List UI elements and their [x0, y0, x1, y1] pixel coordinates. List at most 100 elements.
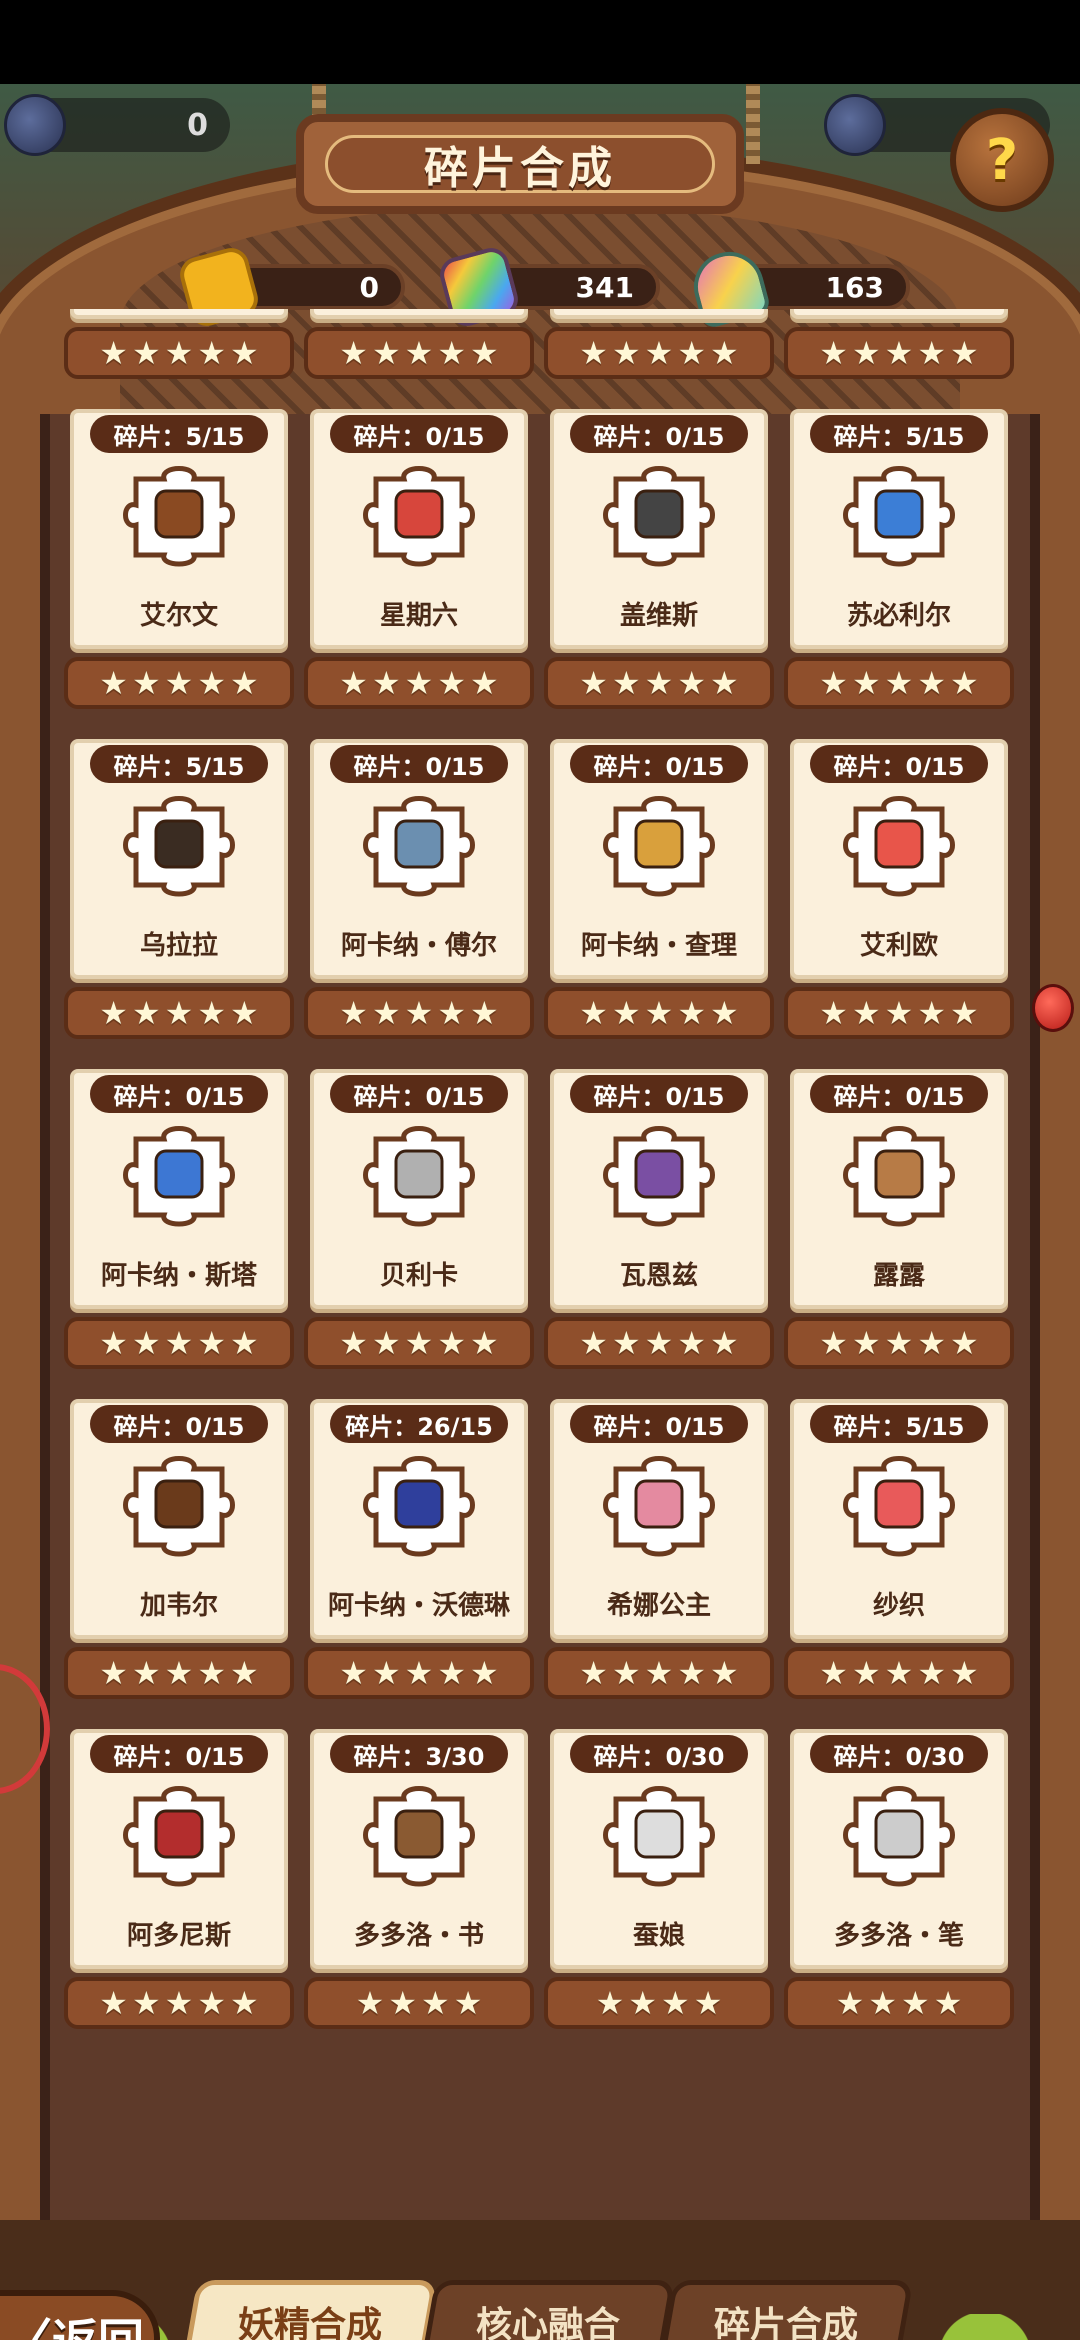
ladybug-icon[interactable]: [1032, 984, 1074, 1032]
star-rating: ★ ★ ★ ★ ★: [304, 1647, 534, 1699]
star-icon: ★: [579, 664, 608, 702]
fragment-card[interactable]: 碎片：0/15 露露 ★ ★ ★ ★ ★: [784, 1069, 1014, 1377]
puzzle-piece-icon: [363, 1786, 475, 1887]
fragment-card[interactable]: 碎片：0/15 盖维斯 ★ ★ ★ ★ ★: [544, 409, 774, 717]
star-icon: ★: [197, 664, 227, 702]
star-icon: ★: [611, 994, 641, 1032]
star-icon: ★: [819, 664, 848, 702]
fragment-count-badge: 碎片：3/30: [330, 1735, 508, 1773]
fragment-count-badge: 碎片：0/15: [810, 1075, 988, 1113]
star-icon: ★: [197, 1324, 227, 1362]
star-icon: ★: [851, 664, 881, 702]
puzzle-piece-icon: [603, 1126, 715, 1227]
fragment-card[interactable]: 碎片：0/15 阿卡纳・斯塔 ★ ★ ★ ★ ★: [64, 1069, 294, 1377]
star-icon: ★: [197, 994, 227, 1032]
star-icon: ★: [131, 1984, 161, 2022]
fragment-card[interactable]: 碎片：5/15 乌拉拉 ★ ★ ★ ★ ★: [64, 739, 294, 1047]
star-icon: ★: [470, 664, 499, 702]
star-icon: ★: [371, 334, 401, 372]
star-icon: ★: [851, 1654, 881, 1692]
fragment-count-badge: 碎片：5/15: [90, 415, 268, 453]
star-icon: ★: [851, 1324, 881, 1362]
star-icon: ★: [404, 1654, 434, 1692]
star-rating: ★ ★ ★ ★: [544, 1977, 774, 2029]
fragment-card[interactable]: 碎片：0/15 加韦尔 ★ ★ ★ ★ ★: [64, 1399, 294, 1707]
star-icon: ★: [851, 334, 881, 372]
star-icon: ★: [693, 1984, 723, 2022]
star-rating: ★ ★ ★ ★: [784, 1977, 1014, 2029]
star-icon: ★: [437, 1654, 467, 1692]
tab-fragment-synthesis[interactable]: 碎片合成: [658, 2280, 914, 2340]
tab-core-fusion[interactable]: 核心融合: [420, 2280, 676, 2340]
help-button[interactable]: ?: [950, 108, 1054, 212]
fragment-grid: 伊达★★★★★威廉★★★★★薇薇安★★★★★帕尔罗特★★★★★ 碎片：5/15 艾尔…: [64, 309, 1020, 2037]
fragment-card[interactable]: 碎片：0/15 瓦恩兹 ★ ★ ★ ★ ★: [544, 1069, 774, 1377]
star-icon: ★: [164, 1324, 194, 1362]
fragment-card[interactable]: 碎片：26/15 阿卡纳・沃德琳 ★ ★ ★ ★ ★: [304, 1399, 534, 1707]
top-resource-left[interactable]: 0: [4, 94, 230, 156]
fragment-card[interactable]: 碎片：3/30 多多洛・书 ★ ★ ★ ★: [304, 1729, 534, 2037]
mountain-card-icon: [394, 1149, 444, 1199]
fragment-count-badge: 碎片：0/15: [570, 415, 748, 453]
top-resource-left-value: 0: [187, 107, 208, 143]
box-icon: [154, 819, 204, 869]
star-icon: ★: [470, 1654, 499, 1692]
star-icon: ★: [470, 334, 499, 372]
tab-fairy-synthesis[interactable]: 妖精合成: [182, 2280, 438, 2340]
puzzle-piece-icon: [123, 1786, 235, 1887]
star-icon: ★: [611, 664, 641, 702]
star-icon: ★: [884, 1324, 914, 1362]
star-icon: ★: [164, 1984, 194, 2022]
fragment-card[interactable]: 威廉★★★★★: [304, 309, 534, 387]
fragment-count-badge: 碎片：5/15: [810, 415, 988, 453]
star-icon: ★: [579, 1324, 608, 1362]
star-icon: ★: [950, 1654, 979, 1692]
star-icon: ★: [950, 994, 979, 1032]
star-icon: ★: [950, 334, 979, 372]
star-icon: ★: [404, 664, 434, 702]
fragment-count-badge: 碎片：0/30: [810, 1735, 988, 1773]
star-icon: ★: [371, 1654, 401, 1692]
fragment-count-badge: 碎片：0/15: [570, 745, 748, 783]
star-icon: ★: [819, 994, 848, 1032]
fragment-card[interactable]: 伊达★★★★★: [64, 309, 294, 387]
fragment-card[interactable]: 碎片：0/30 多多洛・笔 ★ ★ ★ ★: [784, 1729, 1014, 2037]
fragment-grid-scroll[interactable]: 伊达★★★★★威廉★★★★★薇薇安★★★★★帕尔罗特★★★★★ 碎片：5/15 艾尔…: [64, 309, 1020, 2251]
star-rating: ★ ★ ★ ★ ★: [304, 1317, 534, 1369]
star-icon: ★: [99, 1984, 128, 2022]
fragment-card[interactable]: 碎片：0/15 阿卡纳・傅尔 ★ ★ ★ ★ ★: [304, 739, 534, 1047]
star-icon: ★: [230, 664, 259, 702]
fragment-count-badge: 碎片：5/15: [90, 745, 268, 783]
star-icon: ★: [339, 1324, 368, 1362]
tab-core-fusion-label: 核心融合: [475, 2305, 620, 2340]
fragment-card[interactable]: 碎片：0/15 阿多尼斯 ★ ★ ★ ★ ★: [64, 1729, 294, 2037]
fragment-count-badge: 碎片：0/15: [570, 1075, 748, 1113]
fragment-card[interactable]: 碎片：0/15 贝利卡 ★ ★ ★ ★ ★: [304, 1069, 534, 1377]
fragment-card[interactable]: 碎片：5/15 艾尔文 ★ ★ ★ ★ ★: [64, 409, 294, 717]
back-button[interactable]: 〈返回: [0, 2290, 160, 2340]
star-icon: ★: [884, 334, 914, 372]
star-icon: ★: [917, 664, 947, 702]
fragment-card[interactable]: 碎片：0/15 阿卡纳・查理 ★ ★ ★ ★ ★: [544, 739, 774, 1047]
fragment-card[interactable]: 碎片：5/15 苏必利尔 ★ ★ ★ ★ ★: [784, 409, 1014, 717]
card-name: 乌拉拉: [139, 931, 218, 961]
card-name: 盖维斯: [619, 601, 698, 631]
fragment-card[interactable]: 碎片：0/30 蚕娘 ★ ★ ★ ★: [544, 1729, 774, 2037]
star-icon: ★: [230, 994, 259, 1032]
star-icon: ★: [595, 1984, 625, 2022]
star-icon: ★: [868, 1984, 897, 2022]
fragment-card[interactable]: 帕尔罗特★★★★★: [784, 309, 1014, 387]
fragment-card[interactable]: 碎片：0/15 希娜公主 ★ ★ ★ ★ ★: [544, 1399, 774, 1707]
star-icon: ★: [710, 334, 739, 372]
card-name: 阿卡纳・沃德琳: [327, 1591, 510, 1621]
star-icon: ★: [710, 1654, 739, 1692]
card-name: 蚕娘: [632, 1921, 685, 1951]
fragment-card[interactable]: 碎片：0/15 星期六 ★ ★ ★ ★ ★: [304, 409, 534, 717]
star-rating: ★ ★ ★ ★: [304, 1977, 534, 2029]
fragment-card[interactable]: 碎片：5/15 纱织 ★ ★ ★ ★ ★: [784, 1399, 1014, 1707]
fragment-card[interactable]: 碎片：0/15 艾利欧 ★ ★ ★ ★ ★: [784, 739, 1014, 1047]
star-icon: ★: [371, 1324, 401, 1362]
star-icon: ★: [339, 664, 368, 702]
star-icon: ★: [437, 664, 467, 702]
fragment-card[interactable]: 薇薇安★★★★★: [544, 309, 774, 387]
